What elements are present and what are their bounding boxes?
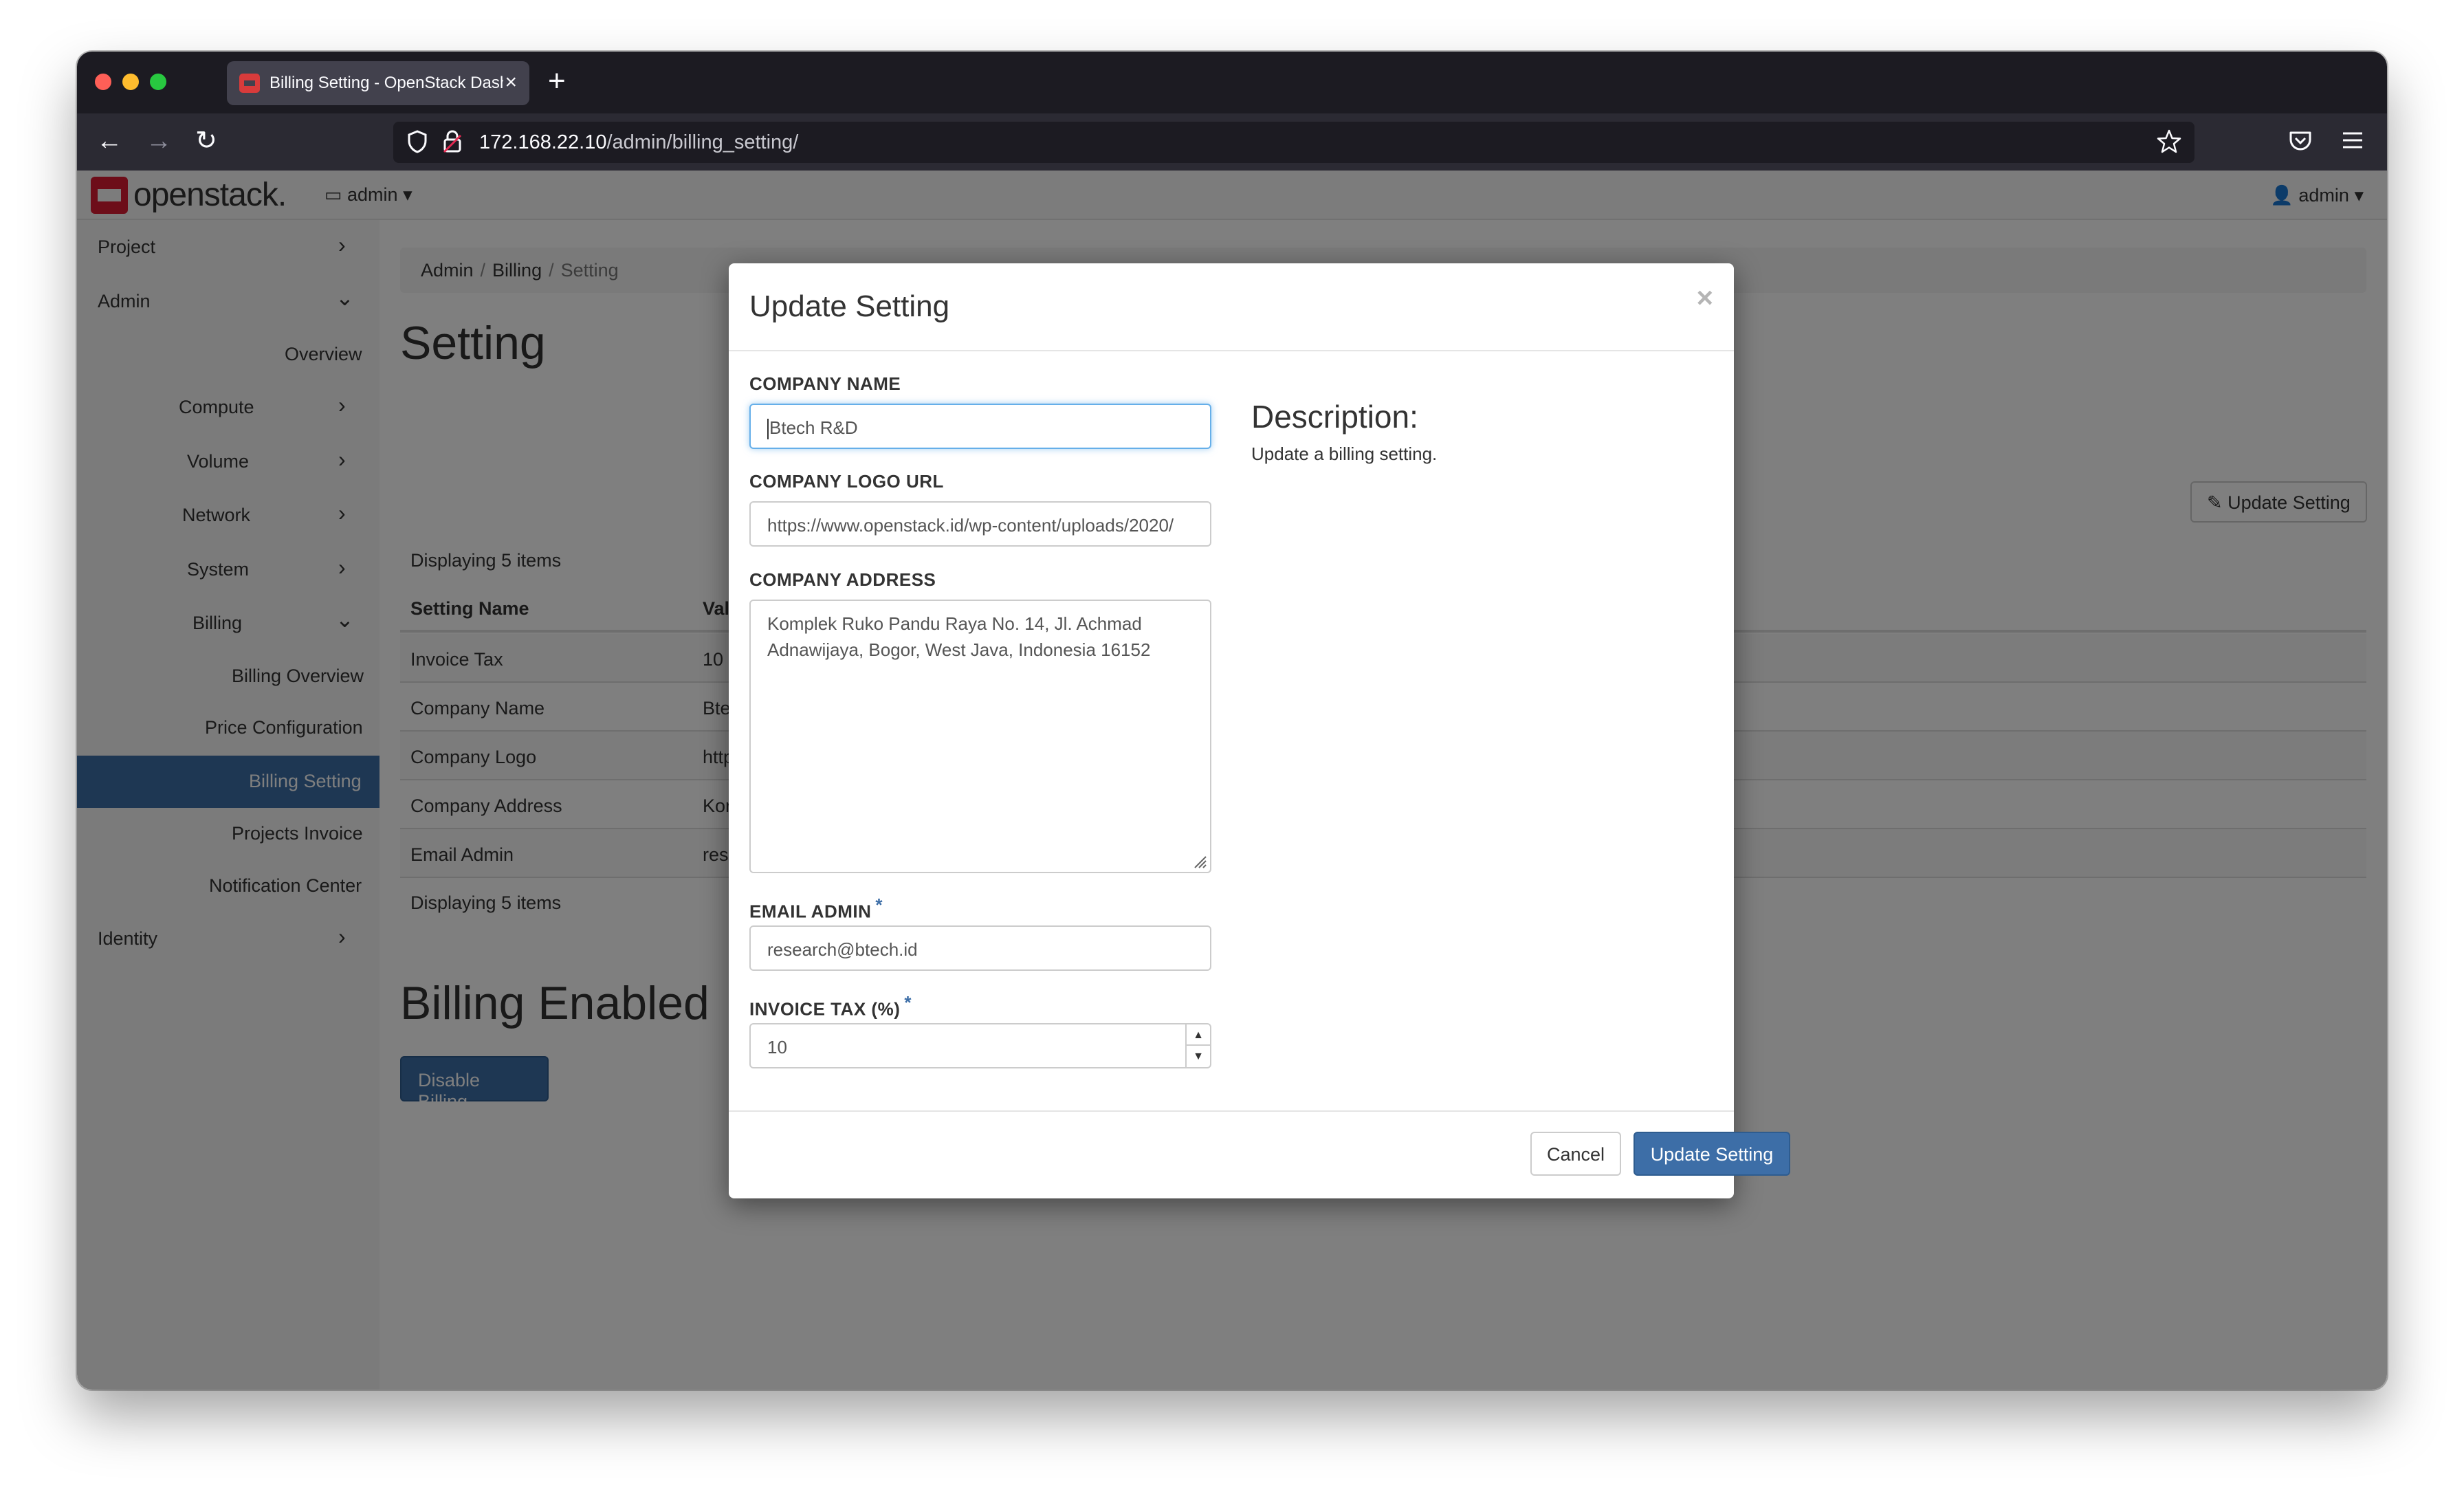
- required-asterisk: *: [875, 895, 883, 915]
- company-address-textarea[interactable]: Komplek Ruko Pandu Raya No. 14, Jl. Achm…: [749, 600, 1211, 873]
- company-logo-url-label: COMPANY LOGO URL: [749, 471, 944, 492]
- email-admin-input[interactable]: research@btech.id: [749, 925, 1211, 971]
- new-tab-button[interactable]: +: [548, 64, 566, 98]
- update-setting-modal: Update Setting × COMPANY NAME Btech R&D …: [729, 263, 1790, 1198]
- url-bar[interactable]: 172.168.22.10/admin/billing_setting/: [393, 122, 2194, 163]
- forward-arrow-icon[interactable]: →: [146, 124, 172, 157]
- openstack-favicon-icon: [239, 74, 260, 93]
- company-logo-url-value: https://www.openstack.id/wp-content/uplo…: [767, 515, 1174, 536]
- company-address-value: Komplek Ruko Pandu Raya No. 14, Jl. Achm…: [767, 613, 1151, 660]
- tab-title: Billing Setting - OpenStack Dash: [270, 74, 503, 92]
- hamburger-menu-icon[interactable]: [2342, 130, 2364, 151]
- description-text: Update a billing setting.: [1251, 443, 1438, 464]
- shield-icon: [408, 130, 427, 153]
- modal-title: Update Setting: [749, 289, 950, 323]
- reload-icon[interactable]: ↻: [195, 124, 217, 157]
- email-admin-value: research@btech.id: [767, 939, 918, 960]
- update-setting-submit-button[interactable]: Update Setting: [1634, 1132, 1790, 1176]
- company-name-value: Btech R&D: [769, 417, 858, 438]
- description-title: Description:: [1251, 399, 1418, 435]
- maximize-window-button[interactable]: [150, 74, 166, 90]
- company-name-input[interactable]: Btech R&D: [749, 404, 1211, 449]
- number-stepper: ▲ ▼: [1185, 1024, 1210, 1067]
- company-logo-url-input[interactable]: https://www.openstack.id/wp-content/uplo…: [749, 501, 1211, 547]
- close-icon[interactable]: ×: [1696, 281, 1713, 314]
- modal-header: Update Setting ×: [729, 263, 1734, 351]
- tab-close-icon[interactable]: ×: [505, 71, 517, 94]
- bookmark-star-icon[interactable]: [2156, 129, 2182, 155]
- invoice-tax-label-text: INVOICE TAX (%): [749, 998, 901, 1020]
- tab-bar: Billing Setting - OpenStack Dash × +: [77, 52, 2387, 113]
- nav-bar: ← → ↻ 172.168.22.10/admin/billing_settin…: [77, 113, 2387, 171]
- url-text: 172.168.22.10/admin/billing_setting/: [479, 131, 798, 154]
- openstack-page: openstack. ▭ admin ▾ 👤 admin ▾ Project ›…: [77, 171, 2387, 1390]
- email-admin-label: EMAIL ADMIN *: [749, 895, 883, 923]
- cancel-button[interactable]: Cancel: [1530, 1132, 1621, 1176]
- pocket-icon[interactable]: [2288, 129, 2313, 153]
- browser-tab[interactable]: Billing Setting - OpenStack Dash ×: [227, 61, 529, 105]
- back-arrow-icon[interactable]: ←: [96, 124, 122, 157]
- text-cursor: [767, 419, 769, 440]
- email-admin-label-text: EMAIL ADMIN: [749, 901, 872, 922]
- required-asterisk: *: [904, 992, 912, 1013]
- stepper-up-icon[interactable]: ▲: [1187, 1024, 1210, 1046]
- close-window-button[interactable]: [95, 74, 111, 90]
- invoice-tax-label: INVOICE TAX (%) *: [749, 992, 912, 1020]
- minimize-window-button[interactable]: [122, 74, 139, 90]
- lock-icon: [443, 130, 462, 153]
- invoice-tax-input[interactable]: 10 ▲ ▼: [749, 1023, 1211, 1068]
- company-address-label: COMPANY ADDRESS: [749, 569, 936, 590]
- stepper-down-icon[interactable]: ▼: [1187, 1046, 1210, 1067]
- invoice-tax-value: 10: [767, 1037, 787, 1057]
- url-host: 172.168.22.10: [479, 131, 607, 153]
- resize-handle-icon[interactable]: [1192, 854, 1207, 869]
- url-path: /admin/billing_setting/: [606, 131, 799, 153]
- company-name-label: COMPANY NAME: [749, 373, 901, 394]
- browser-window: Billing Setting - OpenStack Dash × + ← →…: [77, 52, 2387, 1390]
